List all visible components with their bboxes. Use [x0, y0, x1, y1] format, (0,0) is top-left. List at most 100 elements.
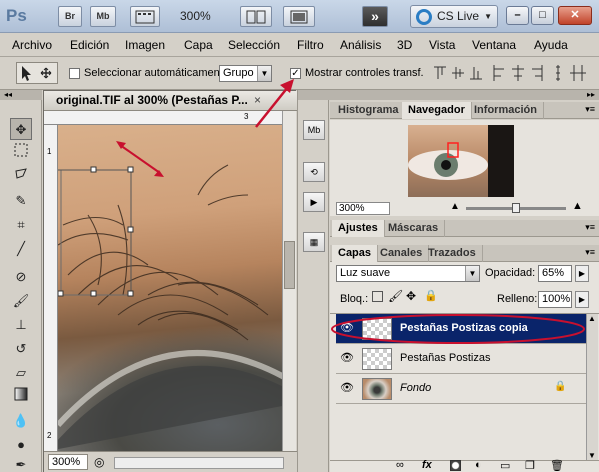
clone-stamp-tool[interactable]: ⊥ [10, 314, 32, 336]
fx-icon[interactable]: fx [422, 459, 432, 471]
blend-mode-value: Luz suave [340, 267, 391, 279]
menu-archivo[interactable]: Archivo [12, 38, 52, 52]
lock-all-icon[interactable]: 🔒 [424, 289, 438, 302]
pen-tool[interactable]: ✒ [10, 454, 32, 472]
navigator-zoom-field[interactable]: 300% [336, 202, 390, 215]
tab-mascaras[interactable]: Máscaras [382, 220, 446, 237]
layer-row[interactable]: 👁 Fondo 🔒 [336, 374, 594, 404]
eye-thumbnail [408, 125, 514, 197]
zoom-field[interactable]: 300% [48, 454, 88, 470]
panels-collapse[interactable]: ▸▸ [330, 90, 599, 100]
menu-capa[interactable]: Capa [184, 38, 213, 52]
history-panel-button[interactable]: ⟲ [303, 162, 325, 182]
layers-scrollbar[interactable]: ▲ ▼ [586, 314, 598, 460]
status-info-icon[interactable]: ◎ [94, 455, 104, 469]
menu-imagen[interactable]: Imagen [125, 38, 165, 52]
tab-navegador[interactable]: Navegador [402, 102, 472, 119]
adjustment-icon[interactable]: ◐ [475, 459, 482, 471]
new-layer-icon[interactable]: ❐ [525, 459, 535, 472]
auto-select-checkbox[interactable] [69, 68, 80, 79]
scroll-up-icon[interactable]: ▲ [588, 314, 596, 323]
move-tool[interactable]: ✥ [10, 118, 32, 140]
crop-tool[interactable]: ⌗ [10, 214, 32, 236]
opacity-arrow[interactable]: ▶ [575, 265, 589, 282]
vertical-scrollbar[interactable] [282, 111, 296, 451]
dock-collapse[interactable] [298, 90, 330, 100]
layer-thumbnail [362, 348, 392, 370]
trash-icon[interactable]: 🗑 [550, 459, 564, 472]
menu-3d[interactable]: 3D [397, 38, 412, 52]
blur-tool[interactable]: 💧 [10, 410, 32, 432]
lasso-tool[interactable] [10, 166, 32, 188]
fill-field[interactable]: 100% [538, 291, 572, 308]
scroll-thumb[interactable] [284, 241, 295, 289]
opacity-field[interactable]: 65% [538, 265, 572, 282]
menu-ayuda[interactable]: Ayuda [534, 38, 568, 52]
tab-capas[interactable]: Capas [332, 245, 379, 262]
fill-arrow[interactable]: ▶ [575, 291, 589, 308]
zoom-slider-thumb[interactable] [512, 203, 520, 213]
eye-icon[interactable]: 👁 [340, 352, 354, 364]
navigator-thumbnail[interactable] [408, 125, 514, 197]
minimize-button[interactable]: – [506, 6, 529, 25]
history-brush-tool[interactable]: ↺ [10, 338, 32, 360]
menu-seleccion[interactable]: Selección [228, 38, 280, 52]
horizontal-scrollbar[interactable] [114, 457, 284, 469]
sponge-icon: ● [17, 437, 25, 452]
chevron-down-icon: ▼ [484, 12, 492, 21]
brush-tool[interactable]: 🖌 [10, 290, 32, 312]
actions-panel-button[interactable]: ▶ [303, 192, 325, 212]
marquee-tool[interactable] [10, 142, 32, 164]
bridge-button[interactable]: Br [58, 6, 82, 27]
mask-icon[interactable] [450, 460, 461, 471]
menu-analisis[interactable]: Análisis [340, 38, 381, 52]
tab-trazados[interactable]: Trazados [422, 245, 483, 262]
mini-bridge-button[interactable]: Mb [90, 6, 116, 27]
maximize-button[interactable]: □ [531, 6, 554, 25]
screen-mode-button[interactable] [283, 6, 315, 27]
zoom-out-icon[interactable]: ▲ [450, 201, 460, 212]
tab-canales[interactable]: Canales [374, 245, 430, 262]
align-distribute-icons[interactable] [432, 63, 592, 83]
lock-paint-icon[interactable]: 🖌 [388, 289, 403, 303]
eye-icon[interactable]: 👁 [340, 382, 354, 394]
swatches-panel-button[interactable]: ▦ [303, 232, 325, 252]
lock-transparency-icon[interactable] [372, 291, 383, 302]
panel-menu-icon[interactable]: ▾≡ [585, 222, 595, 233]
quick-selection-tool[interactable]: ✎ [10, 190, 32, 212]
close-button[interactable]: ✕ [558, 6, 592, 25]
menu-filtro[interactable]: Filtro [297, 38, 324, 52]
layer-row[interactable]: 👁 Pestañas Postizas [336, 344, 594, 374]
healing-brush-tool[interactable]: ⊘ [10, 266, 32, 288]
eyedropper-tool[interactable]: ╱ [10, 238, 32, 260]
group-icon[interactable]: ▭ [500, 459, 510, 472]
tool-preset-picker[interactable] [16, 62, 58, 84]
history-icon: ⟲ [310, 167, 318, 177]
mini-bridge-panel-button[interactable]: Mb [303, 120, 325, 140]
menu-vista[interactable]: Vista [429, 38, 455, 52]
zoom-slider[interactable] [466, 203, 566, 213]
panel-menu-icon[interactable]: ▾≡ [585, 104, 595, 115]
cs-live-button[interactable]: CS Live ▼ [410, 5, 498, 28]
zoom-in-icon[interactable]: ▲ [572, 200, 583, 212]
scroll-down-icon[interactable]: ▼ [588, 451, 596, 460]
eraser-tool[interactable]: ▱ [10, 362, 32, 384]
blend-mode-dropdown[interactable]: Luz suave ▼ [336, 265, 480, 282]
link-icon[interactable]: ∞ [396, 459, 404, 471]
image-canvas[interactable] [58, 125, 282, 451]
tab-histograma[interactable]: Histograma [332, 102, 406, 119]
panel-menu-icon[interactable]: ▾≡ [585, 247, 595, 258]
lock-move-icon[interactable]: ✥ [406, 289, 416, 303]
tab-ajustes[interactable]: Ajustes [332, 220, 385, 237]
gradient-tool[interactable] [10, 386, 32, 408]
workspace-button[interactable]: » [362, 6, 388, 27]
menu-ventana[interactable]: Ventana [472, 38, 516, 52]
toolbox-collapse[interactable]: ◂◂ [0, 90, 42, 100]
arrange-documents-button[interactable] [240, 6, 272, 27]
zoom-level[interactable]: 300% [180, 9, 211, 23]
menu-edicion[interactable]: Edición [70, 38, 109, 52]
navigator-panel: 300% ▲ ▲ [330, 120, 599, 216]
dodge-tool[interactable]: ● [10, 434, 32, 456]
tab-informacion[interactable]: Información [468, 102, 544, 119]
view-extras-button[interactable] [130, 6, 160, 27]
